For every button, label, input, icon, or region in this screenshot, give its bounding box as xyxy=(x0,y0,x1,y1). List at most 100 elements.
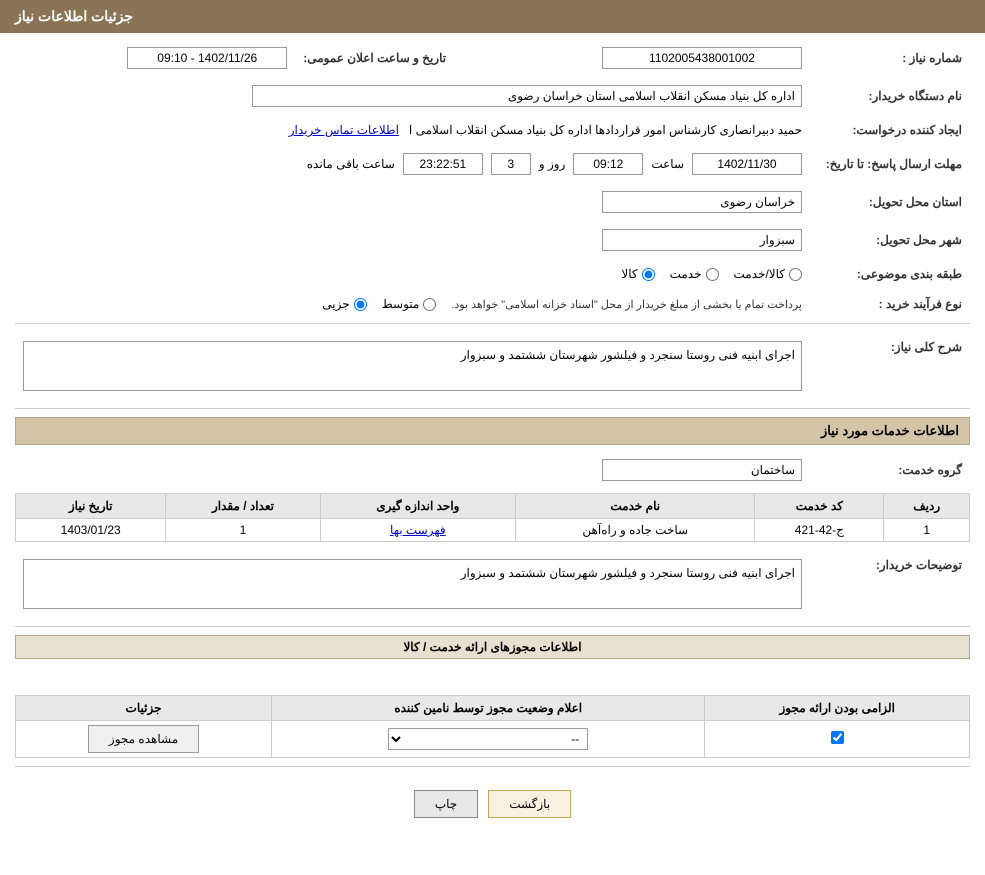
response-time-input[interactable] xyxy=(573,153,643,175)
buyer-org-value xyxy=(15,81,810,111)
description-content: اجرای ابنیه فنی روستا سنجرد و فیلشور شهر… xyxy=(461,348,795,362)
page-title: جزئیات اطلاعات نیاز xyxy=(15,8,133,24)
category-radio-kala[interactable] xyxy=(642,268,655,281)
days-input[interactable] xyxy=(491,153,531,175)
process-option-medium[interactable]: متوسط xyxy=(382,297,437,311)
col-unit: واحد اندازه گیری xyxy=(320,494,516,519)
back-button[interactable]: بازگشت xyxy=(488,790,571,818)
category-radio-kala-khedmat[interactable] xyxy=(789,268,802,281)
requester-table: ایجاد کننده درخواست: حمید دبیرانصاری کار… xyxy=(15,119,970,141)
requester-label: ایجاد کننده درخواست: xyxy=(810,119,970,141)
button-area: بازگشت چاپ xyxy=(15,775,970,833)
service-group-table: گروه خدمت: xyxy=(15,455,970,485)
deadline-fields: ساعت روز و ساعت باقی مانده xyxy=(15,149,810,179)
need-number-value xyxy=(466,43,810,73)
buyer-org-label: نام دستگاه خریدار: xyxy=(810,81,970,111)
city-table: شهر محل تحویل: xyxy=(15,225,970,255)
top-info-table: شماره نیاز : تاریخ و ساعت اعلان عمومی: xyxy=(15,43,970,73)
category-label-khedmat: خدمت xyxy=(670,267,702,281)
process-radio-medium[interactable] xyxy=(423,298,436,311)
services-section-title: اطلاعات خدمات مورد نیاز xyxy=(15,417,970,445)
service-group-value xyxy=(15,455,810,485)
perm-status-select[interactable]: -- xyxy=(388,728,588,750)
deadline-label: مهلت ارسال پاسخ: تا تاریخ: xyxy=(810,149,970,179)
row-date: 1403/01/23 xyxy=(16,519,166,542)
province-table: استان محل تحویل: xyxy=(15,187,970,217)
divider-4 xyxy=(15,766,970,767)
category-option-kala[interactable]: کالا xyxy=(621,267,654,281)
remaining-label: ساعت باقی مانده xyxy=(307,157,395,171)
print-button[interactable]: چاپ xyxy=(414,790,478,818)
province-value xyxy=(15,187,810,217)
buyer-desc-content: اجرای ابنیه فنی روستا سنجرد و فیلشور شهر… xyxy=(461,566,795,580)
requester-value: حمید دبیرانصاری کارشناس امور قراردادها ا… xyxy=(15,119,810,141)
province-input[interactable] xyxy=(602,191,802,213)
col-date: تاریخ نیاز xyxy=(16,494,166,519)
buyer-org-input[interactable] xyxy=(252,85,802,107)
announce-datetime-input[interactable] xyxy=(127,47,287,69)
deadline-table: مهلت ارسال پاسخ: تا تاریخ: ساعت روز و سا… xyxy=(15,149,970,179)
col-name: نام خدمت xyxy=(516,494,755,519)
main-content: شماره نیاز : تاریخ و ساعت اعلان عمومی: ن… xyxy=(0,33,985,843)
buyer-desc-field: اجرای ابنیه فنی روستا سنجرد و فیلشور شهر… xyxy=(15,550,810,618)
buyer-desc-table: توضیحات خریدار: اجرای ابنیه فنی روستا سن… xyxy=(15,550,970,618)
need-number-input[interactable] xyxy=(602,47,802,69)
contact-link[interactable]: اطلاعات تماس خریدار xyxy=(289,123,399,137)
view-permission-button[interactable]: مشاهده مجوز xyxy=(88,725,199,753)
need-number-label: شماره نیاز : xyxy=(810,43,970,73)
process-options: پرداخت تمام یا بخشی از مبلغ خریدار از مح… xyxy=(15,293,810,315)
service-group-input[interactable] xyxy=(602,459,802,481)
process-radio-group: پرداخت تمام یا بخشی از مبلغ خریدار از مح… xyxy=(23,297,802,311)
unit-link[interactable]: فهرست بها xyxy=(390,523,446,537)
city-input[interactable] xyxy=(602,229,802,251)
city-value xyxy=(15,225,810,255)
buyer-desc-text: اجرای ابنیه فنی روستا سنجرد و فیلشور شهر… xyxy=(23,559,802,609)
province-label: استان محل تحویل: xyxy=(810,187,970,217)
row-name: ساخت جاده و راه‌آهن xyxy=(516,519,755,542)
process-radio-partial[interactable] xyxy=(354,298,367,311)
service-group-label: گروه خدمت: xyxy=(810,455,970,485)
announce-datetime-label: تاریخ و ساعت اعلان عمومی: xyxy=(295,43,466,73)
perm-col2: اعلام وضعیت مجوز توسط نامین کننده xyxy=(272,696,705,721)
description-field: اجرای ابنیه فنی روستا سنجرد و فیلشور شهر… xyxy=(15,332,810,400)
announce-datetime-value xyxy=(15,43,295,73)
buyer-org-table: نام دستگاه خریدار: xyxy=(15,81,970,111)
divider-1 xyxy=(15,323,970,324)
description-table: شرح کلی نیاز: اجرای ابنیه فنی روستا سنجر… xyxy=(15,332,970,400)
process-table: نوع فرآیند خرید : پرداخت تمام یا بخشی از… xyxy=(15,293,970,315)
col-row: ردیف xyxy=(884,494,970,519)
category-radio-khedmat[interactable] xyxy=(706,268,719,281)
table-row: 1 ج-42-421 ساخت جاده و راه‌آهن فهرست بها… xyxy=(16,519,970,542)
buyer-desc-label: توضیحات خریدار: xyxy=(810,550,970,618)
response-date-input[interactable] xyxy=(692,153,802,175)
row-code: ج-42-421 xyxy=(755,519,884,542)
category-option-kala-khedmat[interactable]: کالا/خدمت xyxy=(734,267,802,281)
category-option-khedmat[interactable]: خدمت xyxy=(670,267,719,281)
col-code: کد خدمت xyxy=(755,494,884,519)
row-unit: فهرست بها xyxy=(320,519,516,542)
description-text: اجرای ابنیه فنی روستا سنجرد و فیلشور شهر… xyxy=(23,341,802,391)
perm-status: -- xyxy=(272,721,705,758)
process-option-partial[interactable]: جزیی xyxy=(322,297,366,311)
remaining-time-input[interactable] xyxy=(403,153,483,175)
perm-required xyxy=(705,721,970,758)
permission-table: الزامی بودن ارائه مجوز اعلام وضعیت مجوز … xyxy=(15,695,970,758)
row-qty: 1 xyxy=(166,519,320,542)
process-label: نوع فرآیند خرید : xyxy=(810,293,970,315)
category-table: طبقه بندی موضوعی: کالا/خدمت خدمت xyxy=(15,263,970,285)
perm-col3: جزئیات xyxy=(16,696,272,721)
process-label-partial: جزیی xyxy=(322,297,349,311)
category-radio-group: کالا/خدمت خدمت کالا xyxy=(23,267,802,281)
perm-row: -- مشاهده مجوز xyxy=(16,721,970,758)
col-qty: تعداد / مقدار xyxy=(166,494,320,519)
services-table: ردیف کد خدمت نام خدمت واحد اندازه گیری ت… xyxy=(15,493,970,542)
category-label: طبقه بندی موضوعی: xyxy=(810,263,970,285)
divider-2 xyxy=(15,408,970,409)
perm-col1: الزامی بودن ارائه مجوز xyxy=(705,696,970,721)
perm-checkbox[interactable] xyxy=(831,731,844,744)
spacer xyxy=(15,667,970,687)
time-label: ساعت xyxy=(651,157,684,171)
process-label-medium: متوسط xyxy=(382,297,420,311)
description-label: شرح کلی نیاز: xyxy=(810,332,970,400)
row-num: 1 xyxy=(884,519,970,542)
